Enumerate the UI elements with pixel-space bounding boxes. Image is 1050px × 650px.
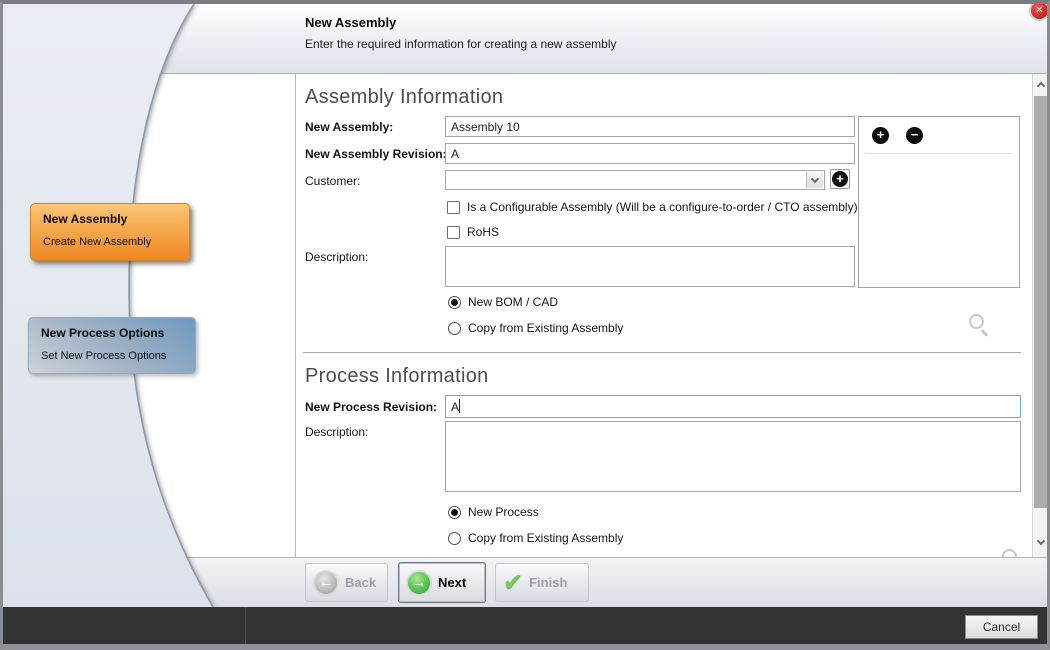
copy-existing-assembly-radio[interactable] <box>448 322 461 335</box>
back-button[interactable]: ← Back <box>305 563 388 602</box>
new-assembly-label: New Assembly: <box>305 120 393 134</box>
new-assembly-revision-label: New Assembly Revision: <box>305 147 447 161</box>
remove-icon[interactable]: − <box>906 127 923 144</box>
new-assembly-input[interactable] <box>445 116 855 137</box>
text-caret <box>459 399 460 413</box>
wizard-sidebar-swoosh <box>3 4 263 607</box>
bottom-bar-divider <box>245 607 246 644</box>
plus-icon: + <box>832 171 848 187</box>
copy-existing-assembly-label: Copy from Existing Assembly <box>468 321 623 335</box>
step-new-assembly[interactable]: New Assembly Create New Assembly <box>30 203 190 261</box>
step-subtitle: Create New Assembly <box>43 236 189 248</box>
configurable-assembly-checkbox[interactable] <box>447 201 460 214</box>
next-button[interactable]: → Next <box>398 562 486 603</box>
new-assembly-wizard-window: New Assembly Enter the required informat… <box>0 0 1050 650</box>
assembly-description-label: Description: <box>305 250 368 264</box>
customer-dropdown[interactable] <box>445 170 825 190</box>
page-subtitle: Enter the required information for creat… <box>305 37 617 51</box>
section-divider <box>303 352 1021 353</box>
customer-label: Customer: <box>305 174 360 188</box>
new-assembly-revision-input[interactable] <box>445 143 855 164</box>
bottom-bar: Cancel <box>3 607 1047 644</box>
search-icon-clipped[interactable] <box>1002 549 1017 557</box>
panel-divider <box>865 153 1013 154</box>
back-arrow-icon: ← <box>313 570 339 596</box>
new-process-revision-input[interactable] <box>445 395 1021 418</box>
finish-label: Finish <box>529 575 567 590</box>
rohs-checkbox[interactable] <box>447 226 460 239</box>
close-icon[interactable]: ✕ <box>1029 0 1050 21</box>
assembly-description-textarea[interactable] <box>445 246 855 287</box>
scrollbar-thumb[interactable] <box>1034 96 1047 508</box>
step-subtitle: Set New Process Options <box>41 350 195 362</box>
scroll-down-icon[interactable] <box>1033 534 1048 550</box>
cancel-button[interactable]: Cancel <box>965 615 1038 639</box>
new-process-radio[interactable] <box>448 506 461 519</box>
chevron-down-icon[interactable] <box>806 172 823 188</box>
new-bom-cad-label: New BOM / CAD <box>468 295 558 309</box>
rohs-label: RoHS <box>467 225 499 239</box>
step-new-process-options[interactable]: New Process Options Set New Process Opti… <box>28 317 196 374</box>
new-process-label: New Process <box>468 505 539 519</box>
finish-check-icon: ✔ <box>503 570 523 596</box>
add-customer-button[interactable]: + <box>830 169 850 189</box>
process-description-textarea[interactable] <box>445 421 1021 492</box>
copy-existing-process-radio[interactable] <box>448 532 461 545</box>
search-icon[interactable] <box>969 314 984 329</box>
vertical-scrollbar[interactable] <box>1032 74 1047 557</box>
step-title: New Process Options <box>41 326 195 340</box>
new-process-revision-label: New Process Revision: <box>305 400 437 414</box>
new-bom-cad-radio[interactable] <box>448 296 461 309</box>
step-title: New Assembly <box>43 212 189 226</box>
back-label: Back <box>345 575 376 590</box>
panel-border <box>295 74 296 557</box>
process-description-label: Description: <box>305 425 368 439</box>
next-label: Next <box>438 575 466 590</box>
process-section-heading: Process Information <box>305 365 489 388</box>
assembly-list-panel: + − <box>858 116 1020 288</box>
finish-button[interactable]: ✔ Finish <box>495 563 589 602</box>
new-process-revision-wrap <box>445 395 1021 418</box>
next-arrow-icon: → <box>406 570 432 596</box>
copy-existing-process-label: Copy from Existing Assembly <box>468 531 623 545</box>
assembly-section-heading: Assembly Information <box>305 86 503 109</box>
add-icon[interactable]: + <box>872 127 889 144</box>
scroll-up-icon[interactable] <box>1033 76 1048 92</box>
page-title: New Assembly <box>305 15 396 30</box>
configurable-assembly-label: Is a Configurable Assembly (Will be a co… <box>467 200 858 214</box>
